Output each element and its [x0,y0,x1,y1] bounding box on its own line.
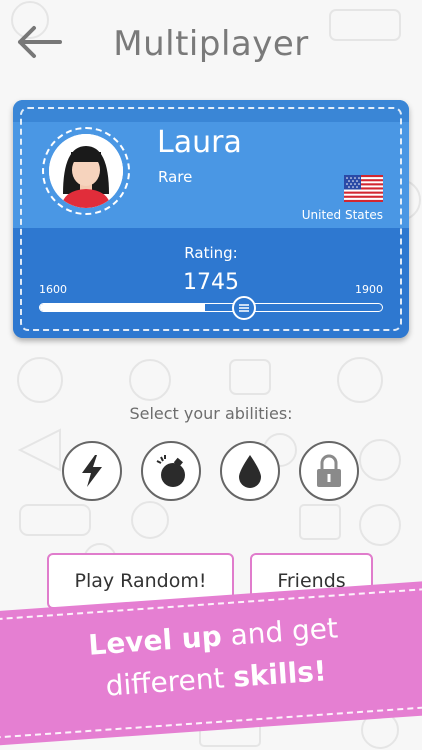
banner-text-different: different [104,660,235,703]
menu-lines-icon [239,304,250,312]
promo-banner-text: Level up and get different skills! [0,600,422,717]
banner-text-level-up: Level up [87,619,223,662]
rating-label: Rating: [184,244,238,262]
avatar [42,127,130,215]
lock-icon [317,454,341,487]
ability-drop-button[interactable] [220,441,280,501]
player-rank: Rare [158,168,193,186]
page-title: Multiplayer [113,24,309,64]
rating-value: 1745 [183,270,239,295]
rating-max-label: 1900 [355,283,383,296]
player-card: Laura Rare United States Rating: 1745 16… [13,100,409,338]
ability-lightning-button[interactable] [62,441,122,501]
us-flag-icon [344,175,383,202]
banner-text-skills: skills! [232,654,328,694]
drop-icon [239,455,261,488]
ability-bomb-button[interactable] [141,441,201,501]
ability-lock-button[interactable] [299,441,359,501]
rating-min-label: 1600 [39,283,67,296]
rating-slider-fill [40,304,206,311]
player-name: Laura [157,125,242,160]
avatar-girl-icon [49,134,123,208]
lightning-icon [82,455,102,487]
player-country: United States [301,208,383,222]
abilities-label: Select your abilities: [129,404,293,423]
rating-slider[interactable] [39,303,383,312]
banner-text-and-get: and get [220,611,339,653]
rating-slider-thumb[interactable] [232,296,257,320]
bomb-icon [156,455,185,487]
